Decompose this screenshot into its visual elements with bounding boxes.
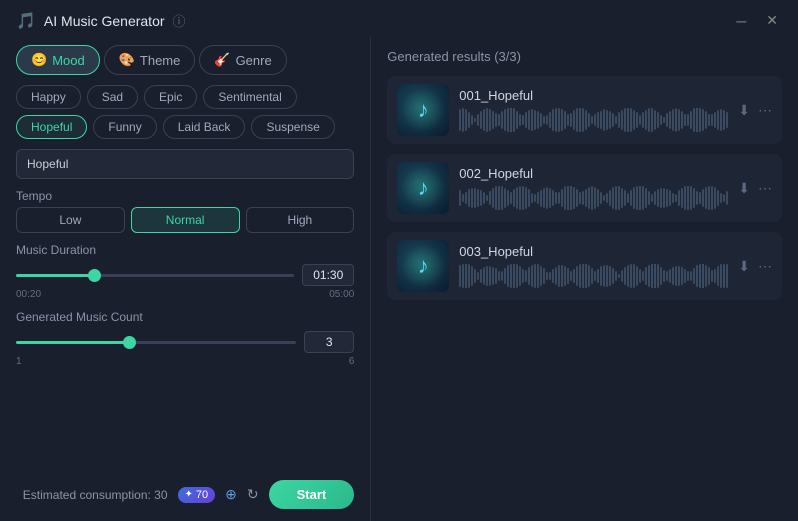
music-note-icon-3: ♪ [418,253,429,279]
count-max: 6 [349,356,355,367]
right-panel: Generated results (3/3) ♪ 001_Hopeful ⬇ … [371,37,798,521]
result-name-3: 003_Hopeful [459,244,728,259]
result-thumb-2: ♪ [397,162,449,214]
result-actions-3: ⬇ ⋯ [738,258,772,275]
left-panel: 😊 Mood 🎨 Theme 🎸 Genre Happy Sad Epic Se… [0,37,371,521]
tempo-buttons: Low Normal High [16,207,354,233]
result-content-1: 001_Hopeful [459,88,728,132]
waveform-2 [459,186,728,210]
mood-text-input[interactable] [16,149,354,179]
mood-laid-back[interactable]: Laid Back [163,115,246,139]
count-value: 3 [304,331,354,353]
tab-mood[interactable]: 😊 Mood [16,45,100,75]
mood-suspense[interactable]: Suspense [251,115,334,139]
mood-sentimental[interactable]: Sentimental [203,85,296,109]
add-credits-icon[interactable]: ⊕ [225,486,237,503]
result-actions-1: ⬇ ⋯ [738,102,772,119]
mood-hopeful[interactable]: Hopeful [16,115,87,139]
duration-label: Music Duration [16,243,354,257]
result-thumb-1: ♪ [397,84,449,136]
duration-min: 00:20 [16,289,41,300]
mood-sad[interactable]: Sad [87,85,138,109]
title-bar: 🎵 AI Music Generator ⓘ ─ ✕ [0,0,798,37]
more-icon-1[interactable]: ⋯ [758,102,772,119]
tab-theme[interactable]: 🎨 Theme [104,45,196,75]
waveform-3 [459,264,728,288]
close-button[interactable]: ✕ [762,10,782,31]
duration-slider[interactable] [16,274,294,277]
tempo-normal[interactable]: Normal [131,207,240,233]
count-label: Generated Music Count [16,310,354,324]
result-actions-2: ⬇ ⋯ [738,180,772,197]
mood-happy[interactable]: Happy [16,85,81,109]
results-header: Generated results (3/3) [387,49,782,64]
result-name-1: 001_Hopeful [459,88,728,103]
waveform-1 [459,108,728,132]
result-content-2: 002_Hopeful [459,166,728,210]
music-note-icon-2: ♪ [418,175,429,201]
tempo-section: Tempo Low Normal High [16,189,354,233]
duration-value: 01:30 [302,264,354,286]
tempo-label: Tempo [16,189,354,203]
result-item-2: ♪ 002_Hopeful ⬇ ⋯ [387,154,782,222]
result-item-3: ♪ 003_Hopeful ⬇ ⋯ [387,232,782,300]
more-icon-3[interactable]: ⋯ [758,258,772,275]
more-icon-2[interactable]: ⋯ [758,180,772,197]
duration-section: Music Duration 01:30 00:20 05:00 [16,243,354,300]
ai-badge: ✦ 70 [178,487,216,503]
genre-tab-icon: 🎸 [214,52,230,68]
mood-grid: Happy Sad Epic Sentimental Hopeful Funny… [16,85,354,139]
mood-funny[interactable]: Funny [93,115,156,139]
download-icon-1[interactable]: ⬇ [738,102,750,119]
consumption-text: Estimated consumption: 30 [23,488,168,502]
ai-icon: ✦ [185,489,193,500]
theme-tab-icon: 🎨 [119,52,135,68]
mood-epic[interactable]: Epic [144,85,197,109]
refresh-icon[interactable]: ↻ [247,486,259,503]
music-note-icon-1: ♪ [418,97,429,123]
count-min: 1 [16,356,22,367]
count-section: Generated Music Count 3 1 6 [16,310,354,367]
start-button[interactable]: Start [269,480,355,509]
result-item-1: ♪ 001_Hopeful ⬇ ⋯ [387,76,782,144]
count-slider[interactable] [16,341,296,344]
result-name-2: 002_Hopeful [459,166,728,181]
minimize-button[interactable]: ─ [732,10,750,31]
bottom-bar: Estimated consumption: 30 ✦ 70 ⊕ ↻ Start [16,472,354,509]
tab-genre[interactable]: 🎸 Genre [199,45,286,75]
result-thumb-3: ♪ [397,240,449,292]
app-icon: 🎵 [16,11,36,31]
app-title: AI Music Generator [44,13,165,29]
download-icon-3[interactable]: ⬇ [738,258,750,275]
duration-max: 05:00 [329,289,354,300]
tempo-high[interactable]: High [246,207,355,233]
download-icon-2[interactable]: ⬇ [738,180,750,197]
tab-row: 😊 Mood 🎨 Theme 🎸 Genre [16,45,354,75]
result-content-3: 003_Hopeful [459,244,728,288]
credits-value: 70 [196,489,208,501]
tempo-low[interactable]: Low [16,207,125,233]
help-icon[interactable]: ⓘ [173,11,186,30]
mood-tab-icon: 😊 [31,52,47,68]
